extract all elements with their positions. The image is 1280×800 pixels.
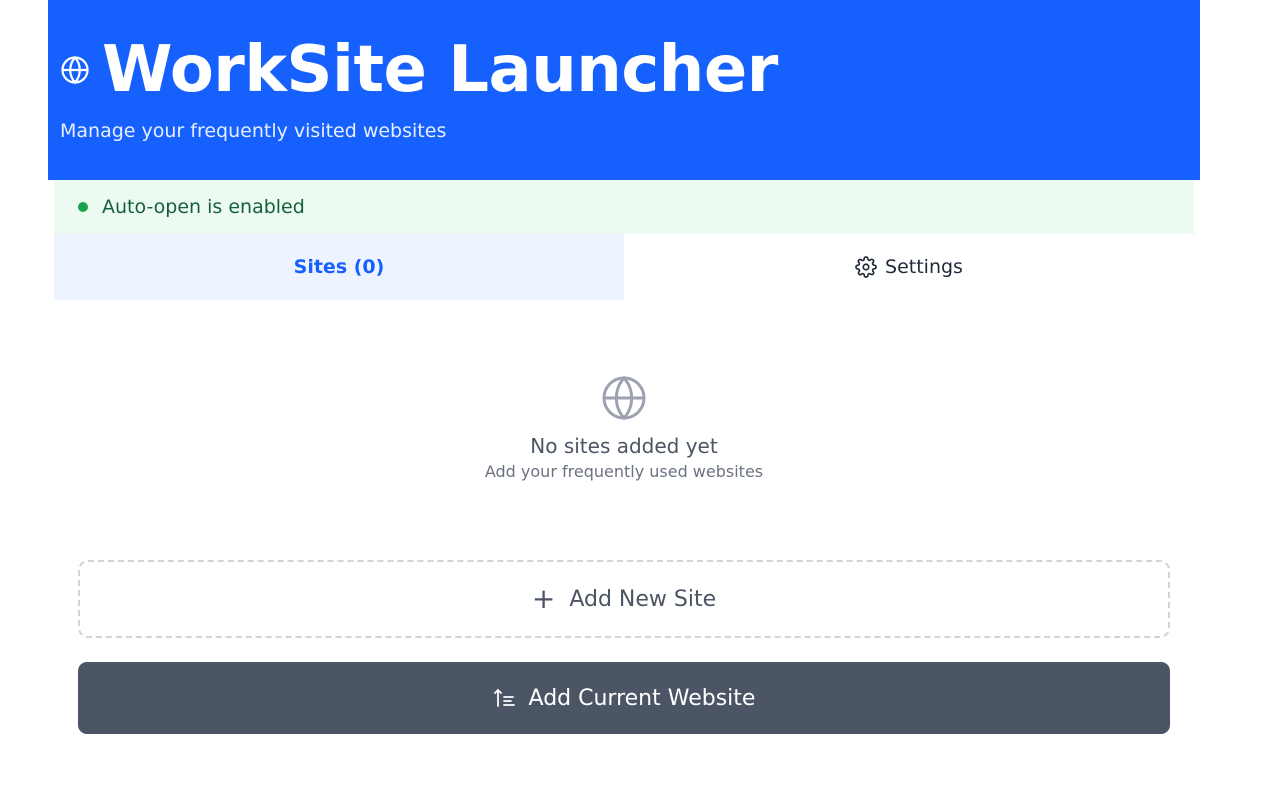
app-header: WorkSite Launcher Manage your frequently… — [48, 0, 1200, 180]
empty-state-subtitle: Add your frequently used websites — [484, 462, 764, 481]
gear-icon — [855, 256, 877, 278]
page-subtitle: Manage your frequently visited websites — [60, 120, 447, 142]
add-current-website-label: Add Current Website — [528, 685, 756, 711]
add-new-site-button[interactable]: + Add New Site — [78, 560, 1170, 638]
tab-sites-label: Sites (0) — [293, 256, 385, 278]
status-banner: Auto-open is enabled — [54, 180, 1194, 234]
plus-icon: + — [531, 582, 556, 615]
globe-icon — [61, 55, 89, 85]
empty-state-title: No sites added yet — [530, 434, 718, 458]
status-text: Auto-open is enabled — [102, 196, 305, 218]
globe-icon — [602, 375, 646, 421]
tab-bar: Sites (0) Settings — [54, 234, 1194, 300]
add-current-website-button[interactable]: Add Current Website — [78, 662, 1170, 734]
tab-sites[interactable]: Sites (0) — [54, 234, 624, 300]
title-row: WorkSite Launcher — [60, 38, 778, 102]
page-title: WorkSite Launcher — [102, 33, 778, 107]
add-current-icon — [493, 689, 515, 707]
empty-state: No sites added yet Add your frequently u… — [54, 374, 1194, 481]
add-new-site-label: Add New Site — [569, 586, 717, 612]
status-dot — [78, 202, 88, 212]
tab-settings[interactable]: Settings — [624, 234, 1194, 300]
tab-settings-label: Settings — [885, 256, 963, 278]
